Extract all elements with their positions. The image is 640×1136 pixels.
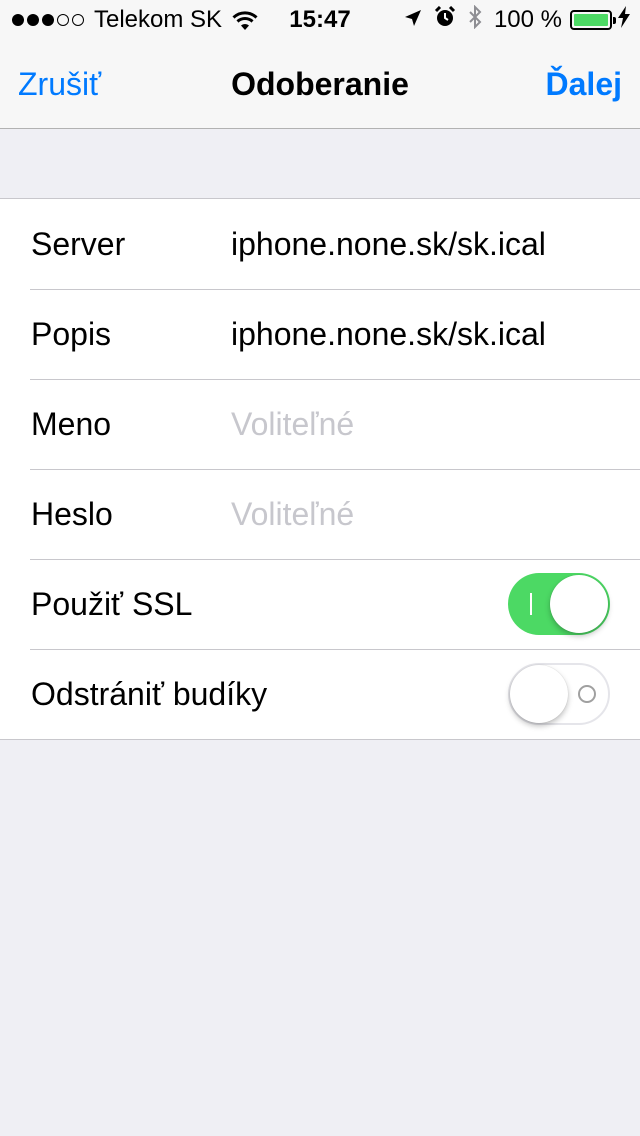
next-button[interactable]: Ďalej [546,64,622,104]
page-title: Odoberanie [231,66,409,102]
username-field[interactable]: Voliteľné [231,404,354,444]
battery-icon [570,10,616,30]
password-label: Heslo [31,496,113,532]
battery-percent: 100 % [493,6,562,33]
location-arrow-icon [404,6,422,34]
description-field[interactable]: iphone.none.sk/sk.ical [231,314,546,354]
username-row[interactable]: Meno Voliteľné [0,379,640,469]
server-row[interactable]: Server iphone.none.sk/sk.ical [0,199,640,289]
server-field[interactable]: iphone.none.sk/sk.ical [231,224,546,264]
toggle-knob [550,575,608,633]
charging-bolt-icon [618,5,630,35]
password-field[interactable]: Voliteľné [231,494,354,534]
remove-alarms-toggle[interactable] [508,663,610,725]
use-ssl-label: Použiť SSL [31,586,193,622]
use-ssl-toggle[interactable] [508,573,610,635]
use-ssl-row: Použiť SSL [0,559,640,649]
server-label: Server [31,226,126,262]
remove-alarms-row: Odstrániť budíky [0,649,640,739]
subscription-form: Server iphone.none.sk/sk.ical Popis ipho… [0,198,640,740]
status-bar: Telekom SK 15:47 100 % [0,0,640,40]
username-label: Meno [31,406,112,442]
status-right: 100 % [392,4,630,36]
navigation-bar: Zrušiť Odoberanie Ďalej [0,40,640,129]
description-label: Popis [31,316,112,352]
password-row[interactable]: Heslo Voliteľné [0,469,640,559]
bluetooth-icon [468,4,482,36]
alarm-clock-icon [434,5,456,35]
toggle-on-mark-icon [530,593,532,615]
toggle-knob [510,665,568,723]
remove-alarms-label: Odstrániť budíky [31,676,268,712]
toggle-off-mark-icon [578,685,596,703]
description-row[interactable]: Popis iphone.none.sk/sk.ical [0,289,640,379]
